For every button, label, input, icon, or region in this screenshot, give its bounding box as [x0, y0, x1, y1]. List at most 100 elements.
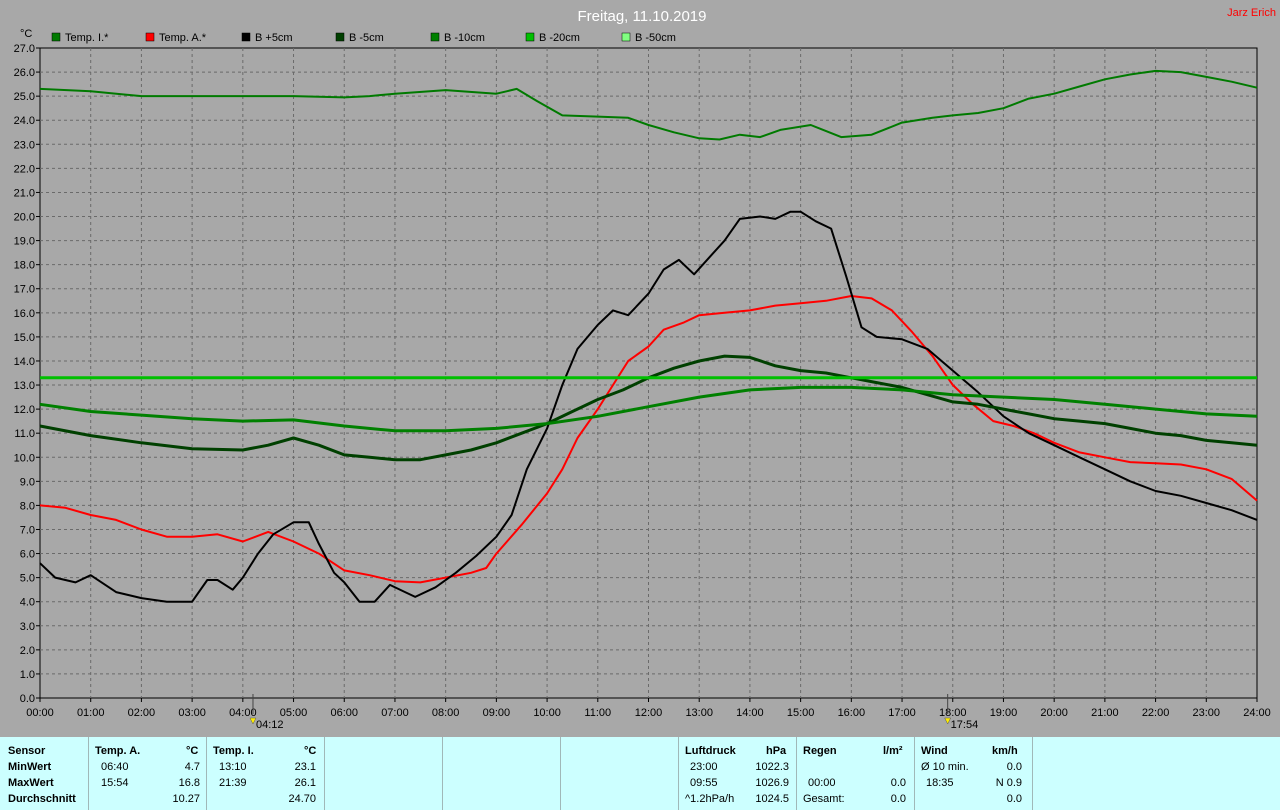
x-tick-label: 18:00 [939, 707, 967, 719]
temp-a-min-time: 06:40 [101, 761, 129, 773]
pressure-r3-time: ^1.2hPa/h [685, 793, 735, 805]
y-tick-label: 1.0 [20, 669, 35, 681]
divider [1032, 737, 1033, 810]
temp-i-label: Temp. I. [213, 745, 254, 757]
y-tick-label: 4.0 [20, 597, 35, 609]
x-tick-label: 17:00 [888, 707, 916, 719]
x-tick-label: 22:00 [1142, 707, 1170, 719]
author-label: Jarz Erich [1227, 7, 1276, 19]
y-tick-label: 23.0 [14, 139, 35, 151]
stats-row-min: MinWert [8, 761, 52, 773]
rain-r2-value: 0.0 [890, 777, 906, 789]
x-tick-label: 03:00 [178, 707, 206, 719]
y-tick-label: 17.0 [14, 284, 35, 296]
pressure-label: Luftdruck [685, 745, 736, 757]
y-tick-label: 10.0 [14, 452, 35, 464]
temp-a-max-value: 16.8 [178, 777, 200, 789]
pressure-r1-time: 23:00 [690, 761, 718, 773]
x-tick-label: 10:00 [533, 707, 561, 719]
legend-swatch [525, 32, 535, 42]
y-unit-label: °C [20, 28, 32, 40]
rain-r2-time: 00:00 [808, 777, 836, 789]
legend-label: Temp. I.* [65, 32, 109, 44]
x-tick-label: 11:00 [584, 707, 611, 719]
wind-label: Wind [921, 745, 948, 757]
wind-r2-value: N 0.9 [995, 777, 1022, 789]
pressure-r3-value: 1024.5 [755, 793, 789, 805]
temp-i-max-time: 21:39 [219, 777, 247, 789]
y-tick-label: 11.0 [14, 428, 35, 440]
chart-title: Freitag, 11.10.2019 [578, 8, 707, 25]
legend-label: B -20cm [539, 32, 580, 44]
x-tick-label: 21:00 [1091, 707, 1119, 719]
divider [914, 737, 915, 810]
wind-r1-value: 0.0 [1006, 761, 1022, 773]
wind-r1-time: Ø 10 min. [921, 761, 969, 773]
temp-a-avg-value: 10.27 [172, 793, 200, 805]
stats-panel: Sensor MinWert MaxWert Durchschnitt Temp… [0, 737, 1280, 810]
temp-i-min-time: 13:10 [219, 761, 247, 773]
temp-a-label: Temp. A. [95, 745, 141, 757]
y-tick-label: 8.0 [20, 500, 35, 512]
pressure-unit: hPa [766, 745, 787, 757]
divider [560, 737, 561, 810]
y-tick-label: 5.0 [20, 573, 35, 585]
x-tick-label: 15:00 [787, 707, 815, 719]
y-tick-label: 22.0 [14, 163, 35, 175]
x-tick-label: 20:00 [1040, 707, 1068, 719]
wind-r3-value: 0.0 [1006, 793, 1022, 805]
x-tick-label: 02:00 [128, 707, 156, 719]
x-tick-label: 04:00 [229, 707, 257, 719]
temperature-chart: 0.0 1.0 2.0 3.0 4.0 5.0 6.0 7.0 8.0 9.0 10.0 11.0 12… [0, 0, 1280, 737]
y-tick-label: 3.0 [20, 621, 35, 633]
x-tick-label: 23:00 [1193, 707, 1221, 719]
rain-label: Regen [803, 745, 837, 757]
y-tick-label: 13.0 [14, 380, 35, 392]
y-tick-label: 18.0 [14, 260, 35, 272]
x-tick-label: 00:00 [26, 707, 54, 719]
x-tick-label: 06:00 [330, 707, 358, 719]
y-tick-label: 15.0 [14, 332, 35, 344]
x-tick-label: 01:00 [77, 707, 105, 719]
wind-unit: km/h [992, 745, 1018, 757]
y-tick-label: 6.0 [20, 549, 35, 561]
divider [324, 737, 325, 810]
y-tick-label: 27.0 [14, 43, 35, 55]
y-tick-label: 9.0 [20, 476, 35, 488]
legend-swatch [335, 32, 345, 42]
temp-a-max-time: 15:54 [101, 777, 129, 789]
temp-a-min-value: 4.7 [184, 761, 200, 773]
temp-i-unit: °C [304, 745, 317, 757]
y-tick-label: 26.0 [14, 67, 35, 79]
legend-label: Temp. A.* [159, 32, 207, 44]
temp-i-min-value: 23.1 [294, 761, 316, 773]
y-tick-label: 0.0 [20, 693, 35, 705]
legend-swatch [145, 32, 155, 42]
y-tick-label: 14.0 [14, 356, 35, 368]
y-tick-label: 19.0 [14, 236, 35, 248]
y-tick-label: 21.0 [14, 187, 35, 199]
divider [442, 737, 443, 810]
stats-row-avg: Durchschnitt [8, 793, 76, 805]
sunset-label: 17:54 [951, 719, 979, 731]
rain-r3-value: 0.0 [890, 793, 906, 805]
temp-i-avg-value: 24.70 [288, 793, 316, 805]
x-tick-label: 19:00 [990, 707, 1018, 719]
legend-label: B -10cm [444, 32, 485, 44]
rain-r3-time: Gesamt: [803, 793, 845, 805]
y-tick-label: 2.0 [20, 645, 35, 657]
x-tick-label: 24:00 [1243, 707, 1271, 719]
divider [678, 737, 679, 810]
wind-r2-time: 18:35 [926, 777, 954, 789]
x-tick-label: 05:00 [280, 707, 308, 719]
legend-swatch [51, 32, 61, 42]
divider [88, 737, 89, 810]
x-tick-label: 07:00 [381, 707, 409, 719]
y-tick-label: 12.0 [14, 404, 35, 416]
temp-i-max-value: 26.1 [294, 777, 316, 789]
x-tick-label: 16:00 [838, 707, 866, 719]
sunrise-label: 04:12 [256, 719, 284, 731]
stats-header-sensor: Sensor [8, 745, 46, 757]
pressure-r2-time: 09:55 [690, 777, 718, 789]
legend-swatch [621, 32, 631, 42]
